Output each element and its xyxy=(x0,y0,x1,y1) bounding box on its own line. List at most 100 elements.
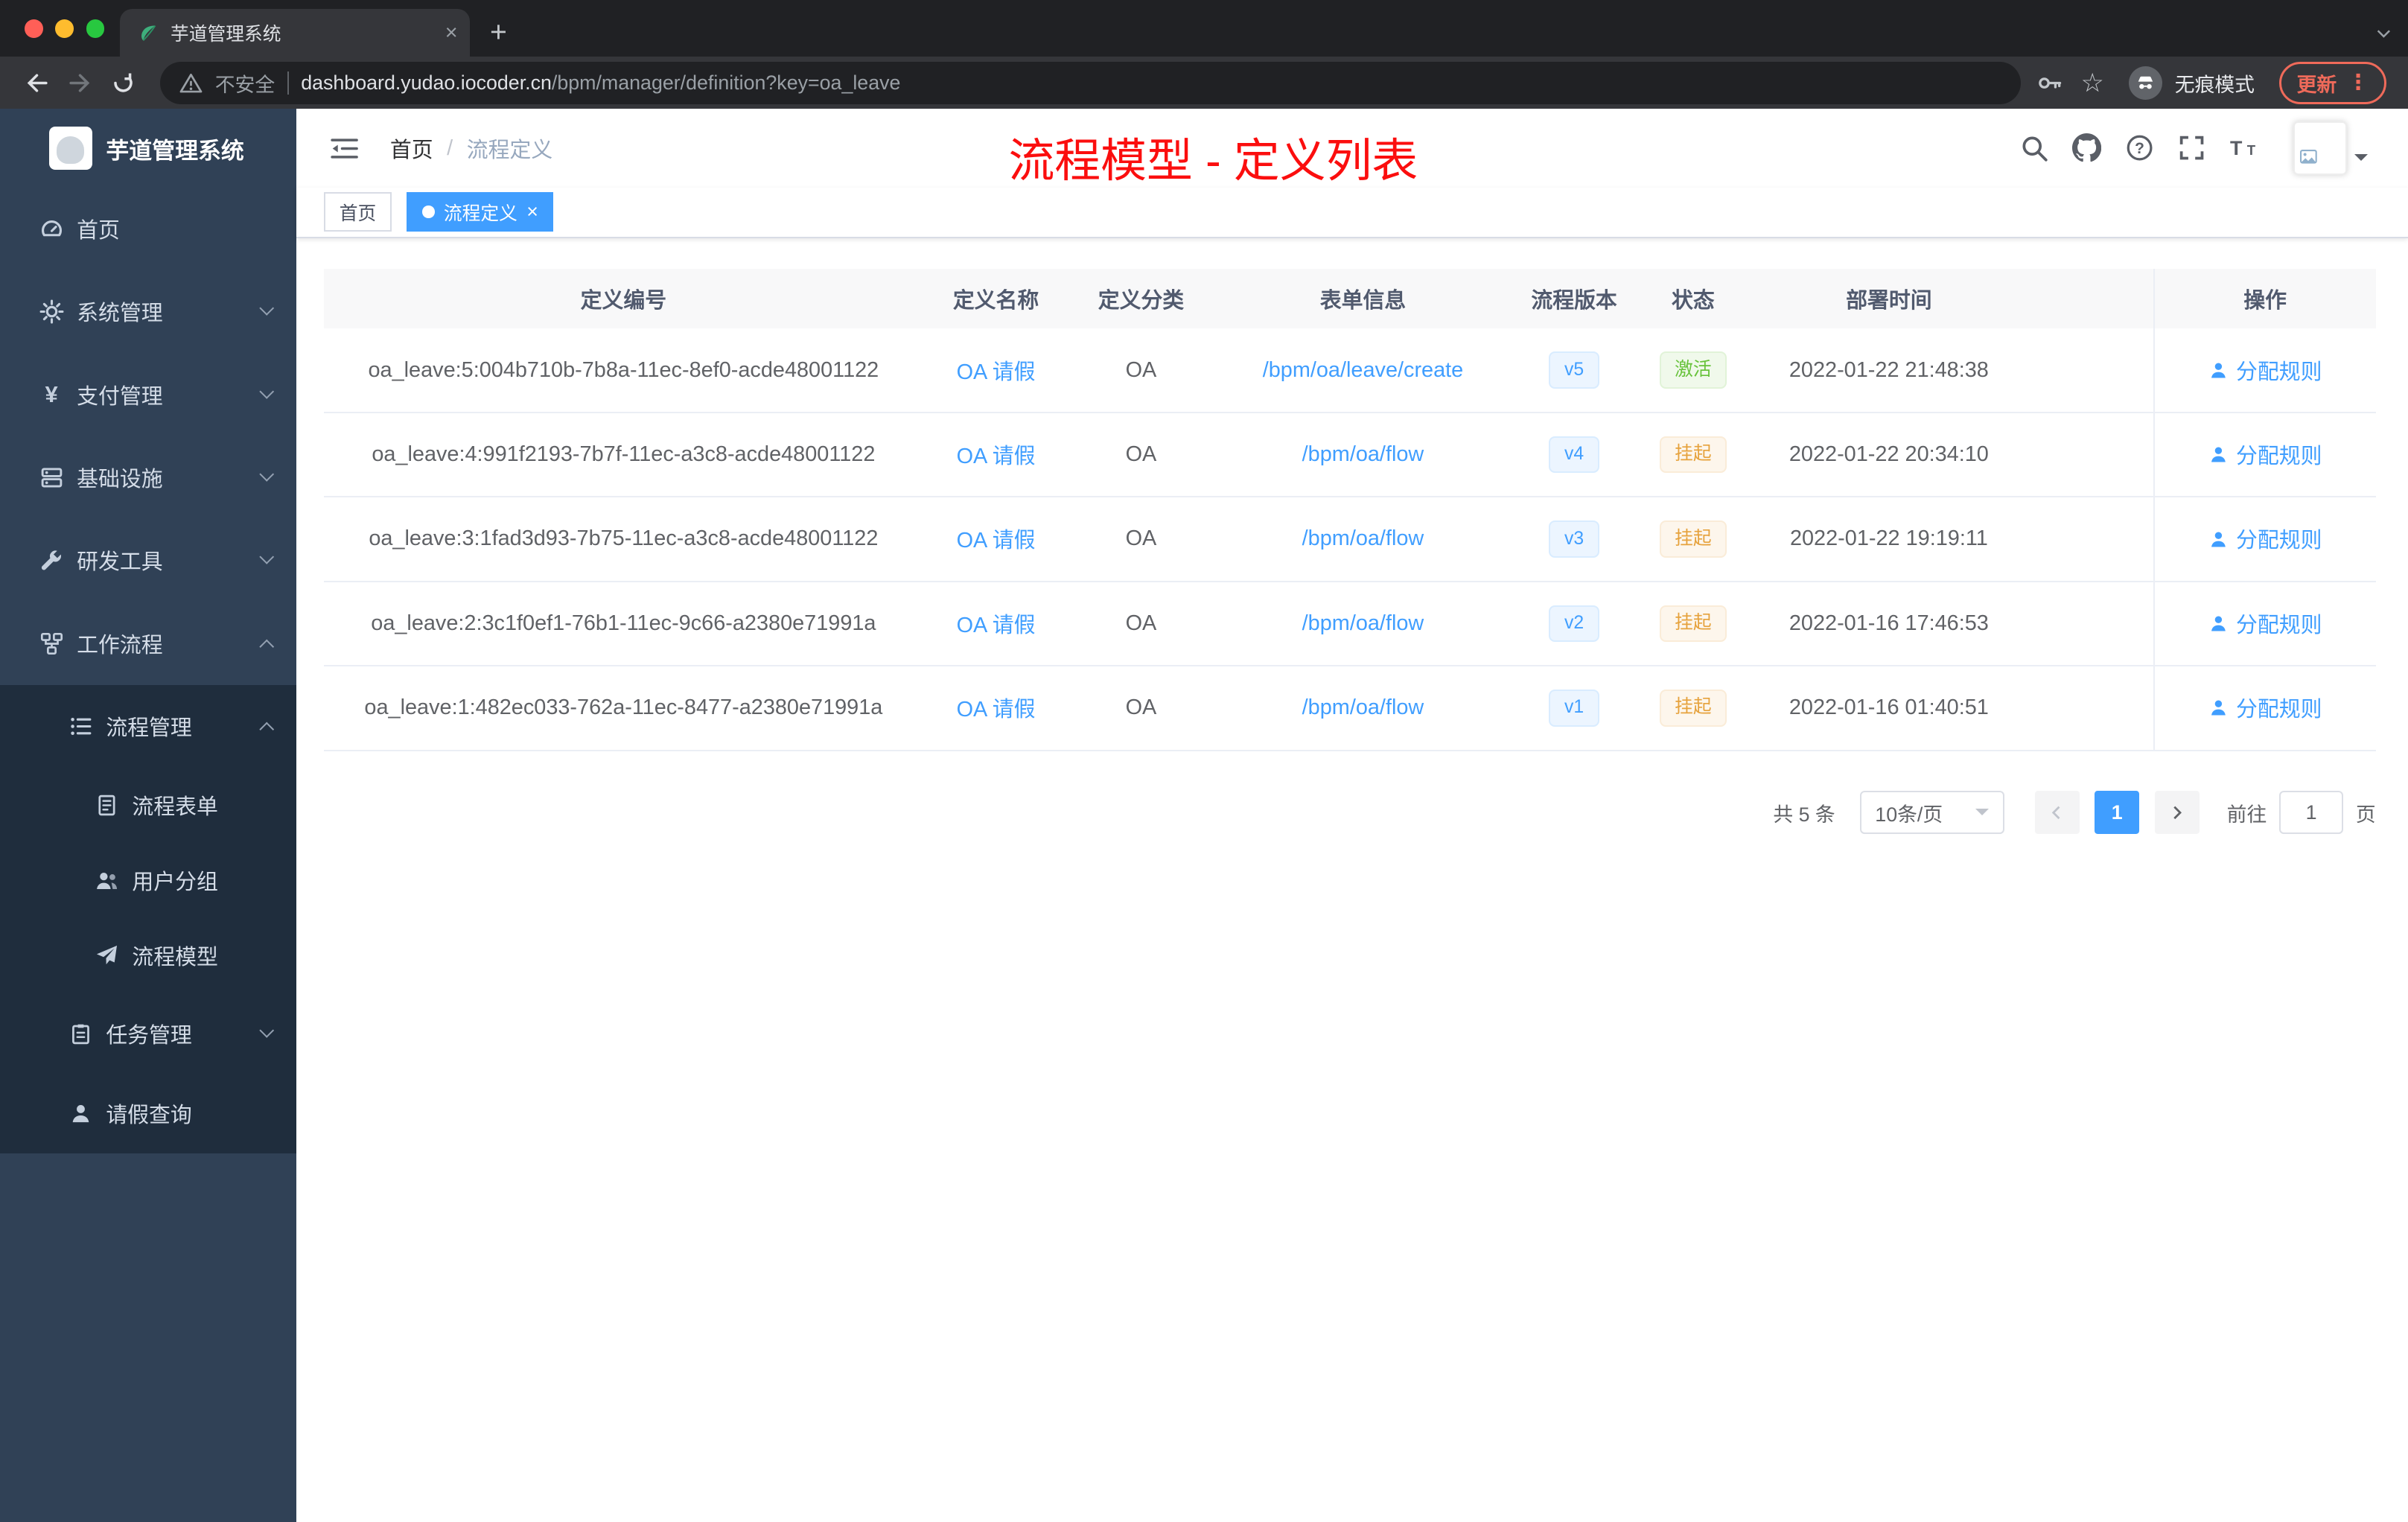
sidebar-item-leave-query[interactable]: 请假查询 xyxy=(0,1074,296,1153)
sidebar-item-system[interactable]: 系统管理 xyxy=(0,270,296,353)
new-tab-button[interactable]: + xyxy=(490,16,507,49)
definition-name-link[interactable]: OA 请假 xyxy=(957,692,1036,723)
sidebar-item-process-manage[interactable]: 流程管理 xyxy=(0,685,296,768)
next-page-button[interactable] xyxy=(2154,791,2200,834)
sidebar-item-infrastructure[interactable]: 基础设施 xyxy=(0,436,296,519)
page-unit-label: 页 xyxy=(2355,803,2376,826)
definition-name-link[interactable]: OA 请假 xyxy=(957,355,1036,386)
top-navbar: 首页 / 流程定义 流程模型 - 定义列表 ? T T xyxy=(296,109,2408,188)
form-info-link[interactable]: /bpm/oa/flow xyxy=(1302,611,1424,636)
col-definition-category: 定义分类 xyxy=(1098,288,1185,313)
tab-strip: 芋道管理系统 × + xyxy=(0,0,2408,57)
sidebar-item-process-model[interactable]: 流程模型 xyxy=(0,918,296,993)
version-badge: v3 xyxy=(1549,520,1599,558)
pagination: 共 5 条 10条/页 1 前往 页 xyxy=(324,791,2376,834)
sidebar-item-user-group[interactable]: 用户分组 xyxy=(0,843,296,918)
font-size-icon[interactable]: TT xyxy=(2230,134,2259,162)
sidebar-item-devtools[interactable]: 研发工具 xyxy=(0,519,296,602)
sidebar-item-task-manage[interactable]: 任务管理 xyxy=(0,993,296,1073)
browser-tab[interactable]: 芋道管理系统 × xyxy=(119,9,471,57)
sidebar-menu: 首页 系统管理 ¥ 支付管理 基础设施 研发工具 工作流程 流程管理 流程表单 … xyxy=(0,188,297,1153)
dashboard-icon xyxy=(39,216,65,242)
goto-page-input[interactable] xyxy=(2278,791,2344,834)
tools-icon xyxy=(39,547,65,573)
question-icon[interactable]: ? xyxy=(2126,134,2153,162)
col-deploy-time: 部署时间 xyxy=(1846,288,1932,313)
incognito-icon xyxy=(2128,66,2163,101)
breadcrumb-home-link[interactable]: 首页 xyxy=(390,133,433,164)
definition-id: oa_leave:4:991f2193-7b7f-11ec-a3c8-acde4… xyxy=(372,442,876,467)
browser-update-button[interactable]: 更新 ⋮ xyxy=(2278,61,2387,105)
workflow-icon xyxy=(39,631,65,657)
assign-rule-link[interactable]: 分配规则 xyxy=(2208,439,2322,470)
tag-process-definition[interactable]: 流程定义 × xyxy=(407,191,554,232)
page-size-select[interactable]: 10条/页 xyxy=(1859,791,2004,834)
tag-close-icon[interactable]: × xyxy=(526,202,538,222)
definition-table: 定义编号 定义名称 定义分类 表单信息 流程版本 状态 部署时间 操作 oa_l… xyxy=(324,268,2376,751)
user-group-icon xyxy=(94,867,120,894)
form-info-link[interactable]: /bpm/oa/flow xyxy=(1302,526,1424,551)
definition-name-link[interactable]: OA 请假 xyxy=(957,608,1036,639)
status-badge: 挂起 xyxy=(1659,690,1727,727)
person-icon xyxy=(2211,700,2226,716)
toolbar-right: ☆ 无痕模式 更新 ⋮ xyxy=(2036,61,2393,105)
person-icon xyxy=(68,1101,94,1127)
breadcrumb-current: 流程定义 xyxy=(466,138,553,162)
status-badge: 激活 xyxy=(1659,351,1727,389)
page-content: 定义编号 定义名称 定义分类 表单信息 流程版本 状态 部署时间 操作 oa_l… xyxy=(296,238,2408,1522)
deploy-time: 2022-01-22 20:34:10 xyxy=(1789,442,1989,467)
minimize-window-button[interactable] xyxy=(55,19,74,38)
assign-rule-link[interactable]: 分配规则 xyxy=(2208,523,2322,554)
reload-button[interactable] xyxy=(101,62,144,105)
sidebar-item-process-form[interactable]: 流程表单 xyxy=(0,768,296,843)
form-info-link[interactable]: /bpm/oa/leave/create xyxy=(1263,358,1464,383)
page-1-button[interactable]: 1 xyxy=(2095,791,2140,834)
sidebar-collapse-icon[interactable] xyxy=(296,109,378,187)
search-icon[interactable] xyxy=(2020,134,2048,162)
tag-home[interactable]: 首页 xyxy=(324,191,392,232)
definition-name-link[interactable]: OA 请假 xyxy=(957,523,1036,554)
table-row: oa_leave:5:004b710b-7b8a-11ec-8ef0-acde4… xyxy=(324,328,2376,413)
page-jumper: 前往 页 xyxy=(2227,791,2376,834)
col-process-version: 流程版本 xyxy=(1531,288,1617,313)
user-menu[interactable] xyxy=(2293,121,2369,176)
sidebar-item-payment[interactable]: ¥ 支付管理 xyxy=(0,353,296,436)
fullscreen-icon[interactable] xyxy=(2178,134,2205,162)
browser-menu-icon[interactable]: ⋮ xyxy=(2348,72,2369,94)
github-icon[interactable] xyxy=(2071,133,2102,162)
app-logo: 芋道管理系统 xyxy=(0,109,296,187)
close-window-button[interactable] xyxy=(25,19,43,38)
form-info-link[interactable]: /bpm/oa/flow xyxy=(1302,695,1424,720)
sidebar-item-workflow[interactable]: 工作流程 xyxy=(0,602,296,685)
breadcrumb-separator: / xyxy=(447,136,453,160)
deploy-time: 2022-01-22 19:19:11 xyxy=(1789,526,1988,551)
prev-page-button[interactable] xyxy=(2034,791,2080,834)
definition-id: oa_leave:3:1fad3d93-7b75-11ec-a3c8-acde4… xyxy=(369,526,879,551)
svg-text:?: ? xyxy=(2135,140,2144,157)
address-bar[interactable]: 不安全 dashboard.yudao.iocoder.cn/bpm/manag… xyxy=(159,61,2022,105)
assign-rule-link[interactable]: 分配规则 xyxy=(2208,692,2322,723)
status-badge: 挂起 xyxy=(1659,520,1727,558)
breadcrumb: 首页 / 流程定义 xyxy=(390,133,552,164)
avatar[interactable] xyxy=(2293,121,2348,176)
definition-id: oa_leave:1:482ec033-762a-11ec-8477-a2380… xyxy=(364,695,883,720)
col-definition-id: 定义编号 xyxy=(580,288,667,313)
password-key-icon[interactable] xyxy=(2036,70,2063,96)
assign-rule-link[interactable]: 分配规则 xyxy=(2208,608,2322,639)
version-badge: v4 xyxy=(1549,436,1599,474)
form-info-link[interactable]: /bpm/oa/flow xyxy=(1302,442,1424,467)
definition-name-link[interactable]: OA 请假 xyxy=(957,439,1036,470)
sidebar-item-home[interactable]: 首页 xyxy=(0,188,296,270)
col-status: 状态 xyxy=(1672,288,1715,313)
tab-close-icon[interactable]: × xyxy=(445,22,458,44)
zoom-window-button[interactable] xyxy=(86,19,105,38)
back-button[interactable] xyxy=(16,62,59,105)
forward-button[interactable] xyxy=(58,62,101,105)
assign-rule-link[interactable]: 分配规则 xyxy=(2208,355,2322,386)
tab-search-caret-icon[interactable] xyxy=(2374,20,2393,48)
process-manage-icon xyxy=(68,713,94,739)
workflow-submenu: 流程管理 流程表单 用户分组 流程模型 任务管理 请假查询 xyxy=(0,684,297,1153)
bookmark-star-icon[interactable]: ☆ xyxy=(2081,70,2104,96)
chevron-down-icon xyxy=(258,1022,275,1039)
definition-category: OA xyxy=(1125,357,1157,382)
